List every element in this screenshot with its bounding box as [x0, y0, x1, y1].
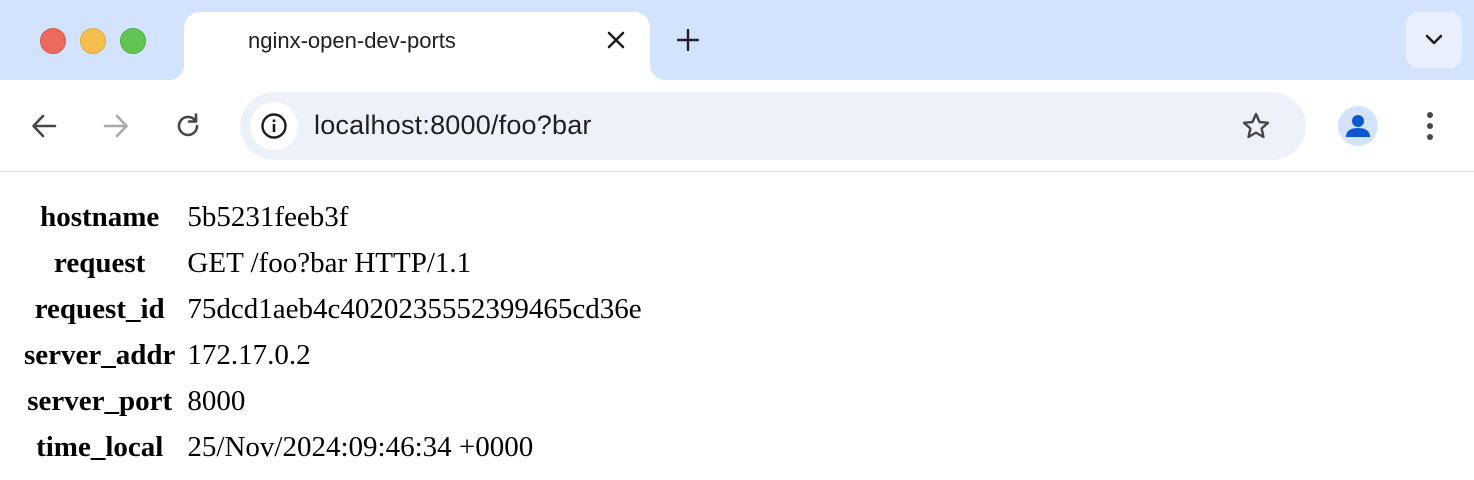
forward-button[interactable]	[96, 106, 136, 146]
window-close-button[interactable]	[40, 28, 66, 54]
request-info-table: hostname 5b5231feeb3f request GET /foo?bar …	[18, 193, 648, 471]
new-tab-button[interactable]	[668, 24, 708, 56]
star-icon	[1242, 112, 1270, 139]
forward-arrow-icon	[103, 114, 128, 138]
tab-title: nginx-open-dev-ports	[248, 28, 456, 53]
table-row: request GET /foo?bar HTTP/1.1	[22, 241, 644, 285]
page-content: hostname 5b5231feeb3f request GET /foo?bar …	[0, 173, 1474, 480]
table-row: server_addr 172.17.0.2	[22, 333, 644, 377]
row-value: 5b5231feeb3f	[187, 201, 349, 233]
row-key: server_addr	[24, 339, 176, 371]
plus-icon	[677, 29, 699, 51]
row-value: 75dcd1aeb4c4020235552399465cd36e	[187, 293, 642, 325]
row-value: GET /foo?bar HTTP/1.1	[187, 247, 472, 279]
chevron-down-icon	[1425, 34, 1443, 45]
tab-close-button[interactable]	[602, 26, 630, 54]
table-row: hostname 5b5231feeb3f	[22, 195, 644, 239]
browser-menu-button[interactable]	[1410, 106, 1450, 146]
row-key: request	[54, 247, 146, 279]
row-value: 25/Nov/2024:09:46:34 +0000	[187, 431, 534, 463]
tab-search-button[interactable]	[1406, 12, 1462, 68]
table-row: request_id 75dcd1aeb4c4020235552399465cd3…	[22, 287, 644, 331]
back-button[interactable]	[24, 106, 64, 146]
close-icon	[607, 31, 625, 49]
reload-button[interactable]	[168, 106, 208, 146]
window-minimize-button[interactable]	[80, 28, 106, 54]
bookmark-button[interactable]	[1236, 106, 1276, 146]
table-row: time_local 25/Nov/2024:09:46:34 +0000	[22, 425, 644, 469]
profile-icon	[1346, 115, 1370, 137]
back-arrow-icon	[32, 114, 57, 138]
row-value: 172.17.0.2	[187, 339, 311, 371]
address-bar[interactable]: localhost:8000/foo?bar	[240, 92, 1306, 160]
tab-strip: nginx-open-dev-ports	[0, 0, 1474, 80]
url-text[interactable]: localhost:8000/foo?bar	[314, 110, 592, 141]
row-value: 8000	[187, 385, 246, 417]
site-info-button[interactable]	[250, 102, 298, 150]
active-tab[interactable]: nginx-open-dev-ports	[168, 12, 666, 80]
row-key: server_port	[27, 385, 173, 417]
kebab-menu-icon	[1427, 112, 1433, 140]
window-zoom-button[interactable]	[120, 28, 146, 54]
profile-button[interactable]	[1338, 106, 1378, 146]
row-key: hostname	[40, 201, 160, 233]
row-key: time_local	[36, 431, 164, 463]
row-key: request_id	[34, 293, 165, 325]
browser-toolbar: localhost:8000/foo?bar	[0, 80, 1474, 172]
info-icon	[261, 113, 287, 139]
table-row: server_port 8000	[22, 379, 644, 423]
reload-icon	[177, 113, 199, 137]
